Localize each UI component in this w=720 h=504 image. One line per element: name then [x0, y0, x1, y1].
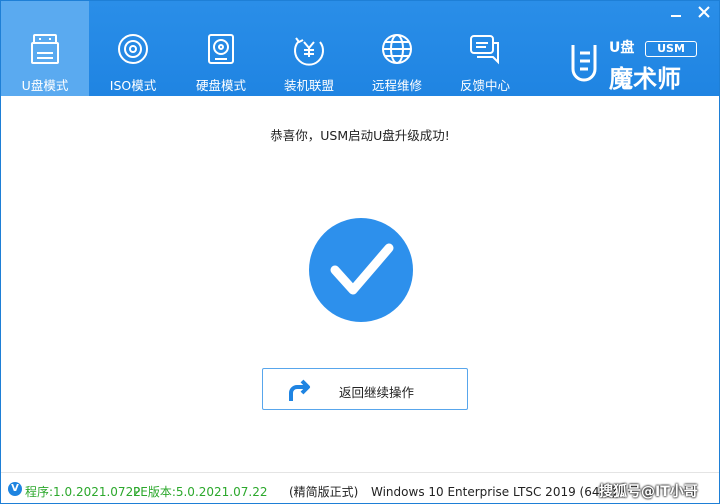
nav-label: 装机联盟: [283, 78, 334, 93]
program-version: 程序:1.0.2021.0722: [25, 485, 141, 499]
success-message: 恭喜你，USM启动U盘升级成功!: [270, 128, 450, 143]
brand-tag: USM: [645, 41, 697, 57]
return-continue-button[interactable]: 返回继续操作: [262, 368, 468, 410]
header-bar: U盘模式 ISO模式 硬盘模式 装机联盟 远程维修 反馈中心 U盘 USM 魔术…: [1, 1, 719, 96]
nav-item-install-alliance[interactable]: 装机联盟: [265, 1, 353, 96]
yen-coin-icon: [291, 31, 327, 67]
os-info: Windows 10 Enterprise LTSC 2019 (64位): [371, 485, 617, 499]
nav-label: ISO模式: [109, 78, 157, 93]
brand-logo: U盘 USM 魔术师: [567, 37, 707, 93]
return-button-label: 返回继续操作: [339, 385, 415, 400]
usb-drive-icon: [27, 31, 63, 67]
nav-label: 硬盘模式: [195, 78, 246, 93]
window-controls: [669, 5, 711, 19]
brand-top-text: U盘: [609, 40, 635, 56]
close-button[interactable]: [697, 5, 711, 19]
nav-item-feedback-center[interactable]: 反馈中心: [441, 1, 529, 96]
nav-item-iso-mode[interactable]: ISO模式: [89, 1, 177, 96]
status-bar: V 程序:1.0.2021.0722 PE版本:5.0.2021.07.22 (…: [1, 472, 719, 503]
main-content: 恭喜你，USM启动U盘升级成功! 返回继续操作: [1, 96, 719, 472]
nav-item-usb-mode[interactable]: U盘模式: [1, 1, 89, 96]
success-check-icon: [309, 218, 413, 322]
disc-icon: [115, 31, 151, 67]
chat-bubble-icon: [467, 31, 503, 67]
edition-label: (精简版正式): [289, 485, 359, 499]
return-arrow-icon: [285, 377, 313, 407]
app-window: U盘模式 ISO模式 硬盘模式 装机联盟 远程维修 反馈中心 U盘 USM 魔术…: [0, 0, 720, 504]
nav-label: 远程维修: [371, 78, 422, 93]
watermark: 搜狐号@IT小哥: [599, 484, 698, 500]
pe-version: PE版本:5.0.2021.07.22: [133, 485, 268, 499]
version-badge-icon: V: [8, 482, 22, 496]
nav-item-remote-repair[interactable]: 远程维修: [353, 1, 441, 96]
usm-emblem-icon: [571, 45, 597, 82]
nav-label: U盘模式: [21, 78, 69, 93]
top-nav: U盘模式 ISO模式 硬盘模式 装机联盟 远程维修 反馈中心: [1, 1, 529, 96]
minimize-button[interactable]: [669, 5, 683, 19]
brand-name: 魔术师: [609, 65, 681, 93]
hard-disk-icon: [203, 31, 239, 67]
nav-label: 反馈中心: [459, 78, 510, 93]
nav-item-hard-disk-mode[interactable]: 硬盘模式: [177, 1, 265, 96]
globe-icon: [379, 31, 415, 67]
